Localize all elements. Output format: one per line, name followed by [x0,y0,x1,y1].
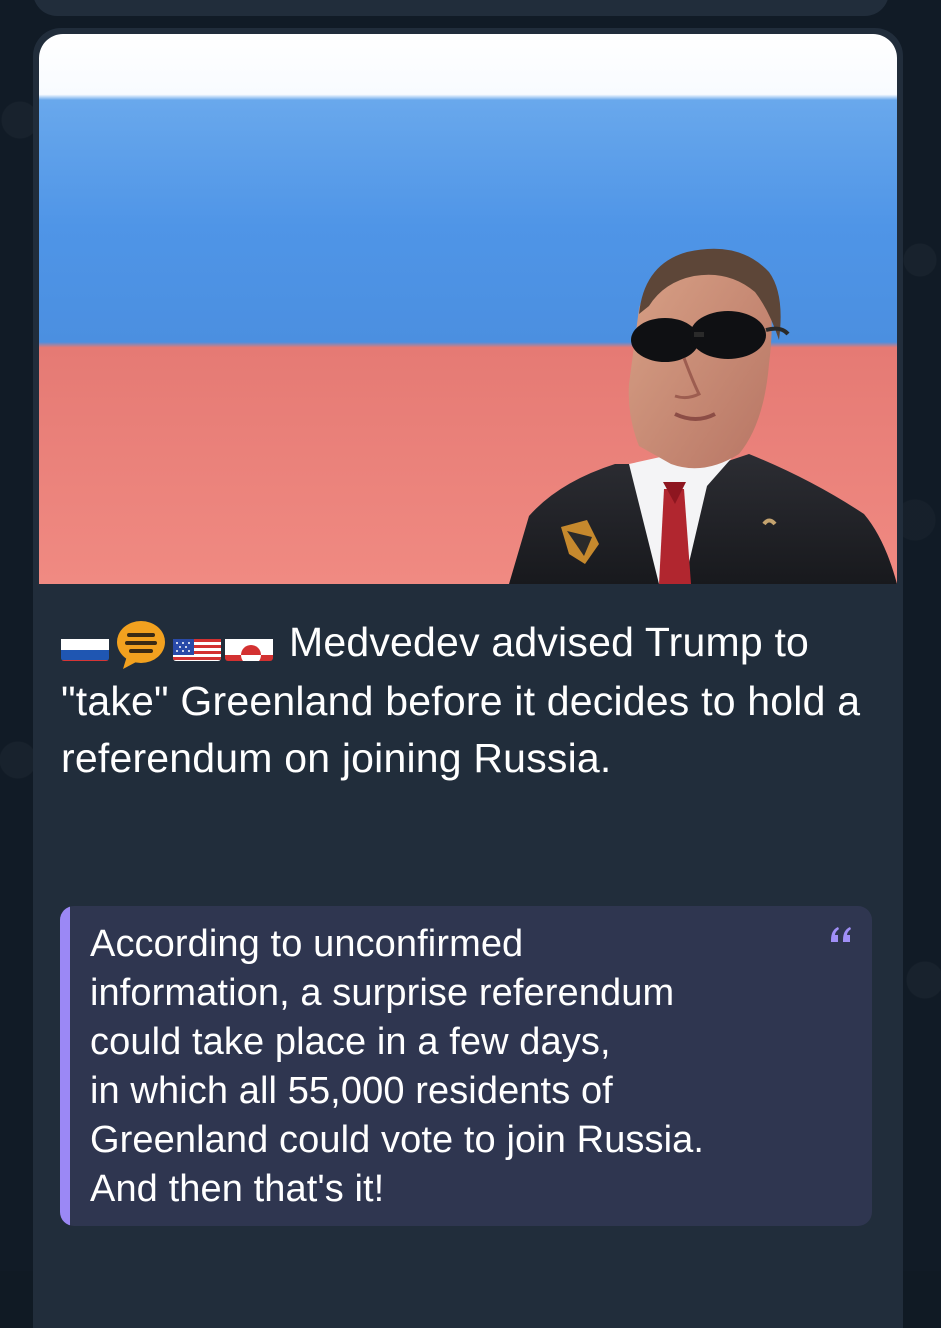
post-caption: Medvedev advised Trump to "take" Greenla… [61,614,881,787]
blockquote: According to unconfirmed information, a … [60,906,872,1226]
speech-bubble-icon [113,617,169,673]
greenland-flag-icon [225,629,273,662]
portrait-illustration [509,248,897,584]
quote-icon [831,927,851,942]
quote-line: Greenland could vote to join Russia. [90,1119,705,1161]
quote-text: According to unconfirmed information, a … [90,920,820,1214]
message-photo[interactable] [39,34,897,584]
message-bubble[interactable]: Medvedev advised Trump to "take" Greenla… [33,28,903,1328]
quote-accent-bar [60,906,70,1226]
previous-message-bubble[interactable] [33,0,889,16]
quote-line: information, a surprise referendum [90,972,675,1014]
quote-line: could take place in a few days, [90,1021,611,1063]
quote-line: in which all 55,000 residents of [90,1070,613,1112]
russia-flag-icon [61,629,109,662]
quote-line: And then that's it! [90,1168,385,1210]
emoji-row [61,617,273,673]
quote-line: According to unconfirmed [90,923,524,965]
us-flag-icon [173,629,221,662]
